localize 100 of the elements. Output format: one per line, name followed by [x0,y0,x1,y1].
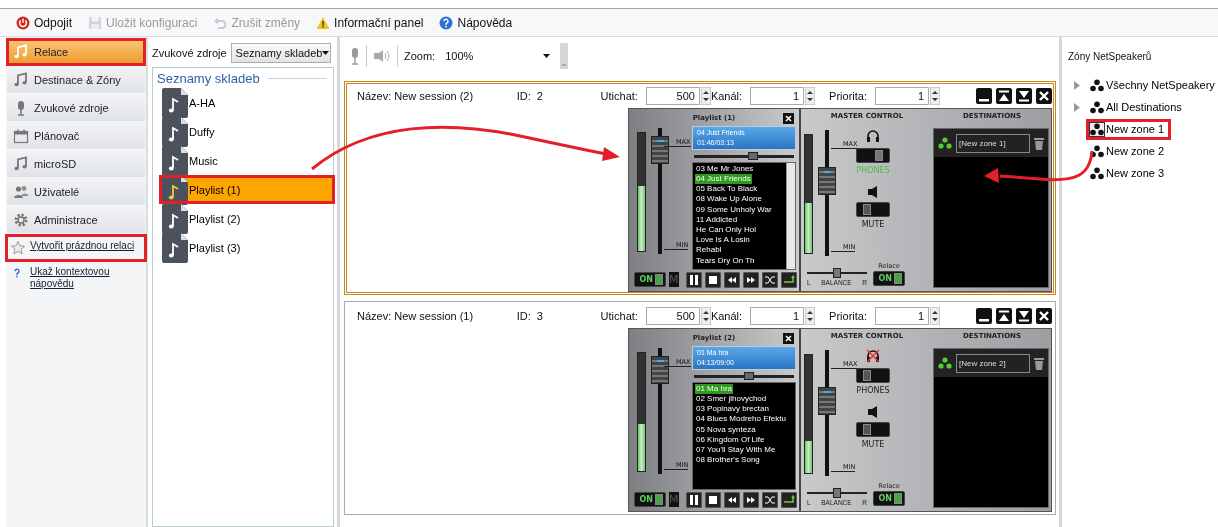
zone-item[interactable]: New zone 1 [1086,118,1172,140]
source-dropdown[interactable]: Seznamy skladeb [230,43,331,63]
toggle-switch[interactable]: ON [873,271,905,286]
track-item[interactable]: 08 Brother's Song [695,455,761,466]
number-field[interactable]: 500 [645,87,700,105]
track-item[interactable]: 02 Smer jihovychod [695,393,768,405]
track-item[interactable]: 03 Me Mr Jones [695,163,755,174]
nav-item[interactable]: Administrace [7,207,145,233]
close-icon[interactable] [783,333,794,344]
repeat-icon[interactable] [780,491,797,508]
warning-button[interactable]: Informační panel [314,13,426,32]
track-item[interactable]: 09 Some Unholy War [695,204,773,215]
fader-thumb[interactable] [818,387,836,416]
fader-thumb[interactable] [818,167,836,196]
link[interactable]: Ukaž kontextovou nápovědu [30,266,135,290]
zone-field[interactable]: [New zone 1] [956,133,1030,153]
trash-icon[interactable] [1034,356,1044,370]
save-icon [88,15,103,30]
spinner-icon[interactable] [805,307,816,325]
nav-item[interactable]: Plánovač [7,123,145,149]
nav-item[interactable]: microSD [7,151,145,177]
spinner-icon[interactable] [805,87,816,105]
link[interactable]: Vytvořit prázdnou relaci [30,240,135,252]
close-icon[interactable] [1036,88,1052,104]
shuffle-icon[interactable] [761,271,778,288]
expand-arrow-icon[interactable] [1074,102,1080,112]
forward-icon[interactable] [742,491,759,508]
zone-item[interactable]: All Destinations [1086,96,1189,118]
power-button[interactable]: Odpojit [14,13,75,32]
stop-icon[interactable] [704,491,721,508]
nav-item[interactable]: Zvukové zdroje [7,95,145,121]
playlist-item[interactable]: Playlist (1) [159,175,335,204]
playlist-item[interactable]: A-HA [159,88,335,117]
track-item[interactable]: 11 Addicted [695,214,739,225]
number-field[interactable]: 1 [750,307,805,325]
stop-icon[interactable] [704,271,721,288]
track-item[interactable]: 08 Wake Up Alone [695,194,763,205]
track-item[interactable]: Rehabl [695,245,723,256]
close-icon[interactable] [783,113,794,124]
forward-icon[interactable] [742,271,759,288]
zone-field[interactable]: [New zone 2] [956,353,1030,373]
track-item[interactable]: 03 Popinavy brectan [695,404,770,415]
number-field[interactable]: 1 [875,307,929,325]
toggle-switch[interactable]: ON [634,272,666,288]
music-icon [13,44,29,60]
toggle-switch[interactable] [856,368,890,383]
fader-thumb[interactable] [651,355,669,384]
toggle-switch[interactable]: ON [873,491,905,506]
move-top-icon[interactable] [996,88,1012,104]
nav-item[interactable]: Relace [7,39,145,65]
help-button[interactable]: Nápověda [437,13,515,32]
resize-handle-icon[interactable] [560,43,569,69]
expand-arrow-icon[interactable] [1074,80,1080,90]
track-item[interactable]: Tears Dry On Th [695,255,756,266]
nav-item[interactable]: Destinace & Zóny [7,67,145,93]
minimize-icon[interactable] [976,308,992,324]
spinner-icon[interactable] [700,307,711,325]
track-item[interactable]: 07 You'll Stay With Me [695,444,777,456]
number-field[interactable]: 1 [750,87,805,105]
nav-item[interactable]: Uživatelé [7,179,145,205]
close-icon[interactable] [1036,308,1052,324]
track-item[interactable]: 04 Just Friends [695,173,752,185]
pause-icon[interactable] [685,491,702,508]
track-item[interactable]: 05 Nova synteza [695,424,757,435]
playlist-item[interactable]: Duffy [159,117,335,146]
shuffle-icon[interactable] [761,491,778,508]
minimize-icon[interactable] [976,88,992,104]
track-item[interactable]: He Can Only Hol [695,224,758,236]
zone-item[interactable]: New zone 3 [1086,162,1172,184]
spinner-icon[interactable] [700,87,711,105]
track-item[interactable]: 05 Back To Black [695,184,759,195]
trash-icon[interactable] [1034,136,1044,150]
playlist-item[interactable]: Playlist (3) [159,233,335,262]
zone-item[interactable]: New zone 2 [1086,140,1172,162]
track-item[interactable]: Love Is A Losin [695,235,751,246]
track-item[interactable]: 06 Kingdom Of Life [695,434,766,445]
zoom-dropdown[interactable]: 100% [441,50,555,62]
playlist-item[interactable]: Playlist (2) [159,204,335,233]
toggle-switch[interactable] [856,148,890,163]
track-item[interactable]: 04 Blues Modreho Efektu [695,414,787,425]
zone-icon [938,137,952,149]
pause-icon[interactable] [685,271,702,288]
rewind-icon[interactable] [723,491,740,508]
fader-thumb[interactable] [651,135,669,164]
number-field[interactable]: 500 [645,307,700,325]
move-bottom-icon[interactable] [1016,88,1032,104]
microphone-icon[interactable] [350,47,360,65]
move-bottom-icon[interactable] [1016,308,1032,324]
number-field[interactable]: 1 [875,87,929,105]
zone-item[interactable]: Všechny NetSpeakery [1086,74,1218,96]
track-item[interactable]: 01 Ma hra [695,383,734,394]
playlist-item[interactable]: Music [159,146,335,175]
spinner-icon[interactable] [930,307,940,325]
repeat-icon[interactable] [780,271,797,288]
toggle-switch[interactable]: ON [634,492,666,508]
rewind-icon[interactable] [723,271,740,288]
toggle-switch[interactable] [856,202,890,217]
move-top-icon[interactable] [996,308,1012,324]
toggle-switch[interactable] [856,422,890,437]
spinner-icon[interactable] [930,87,940,105]
